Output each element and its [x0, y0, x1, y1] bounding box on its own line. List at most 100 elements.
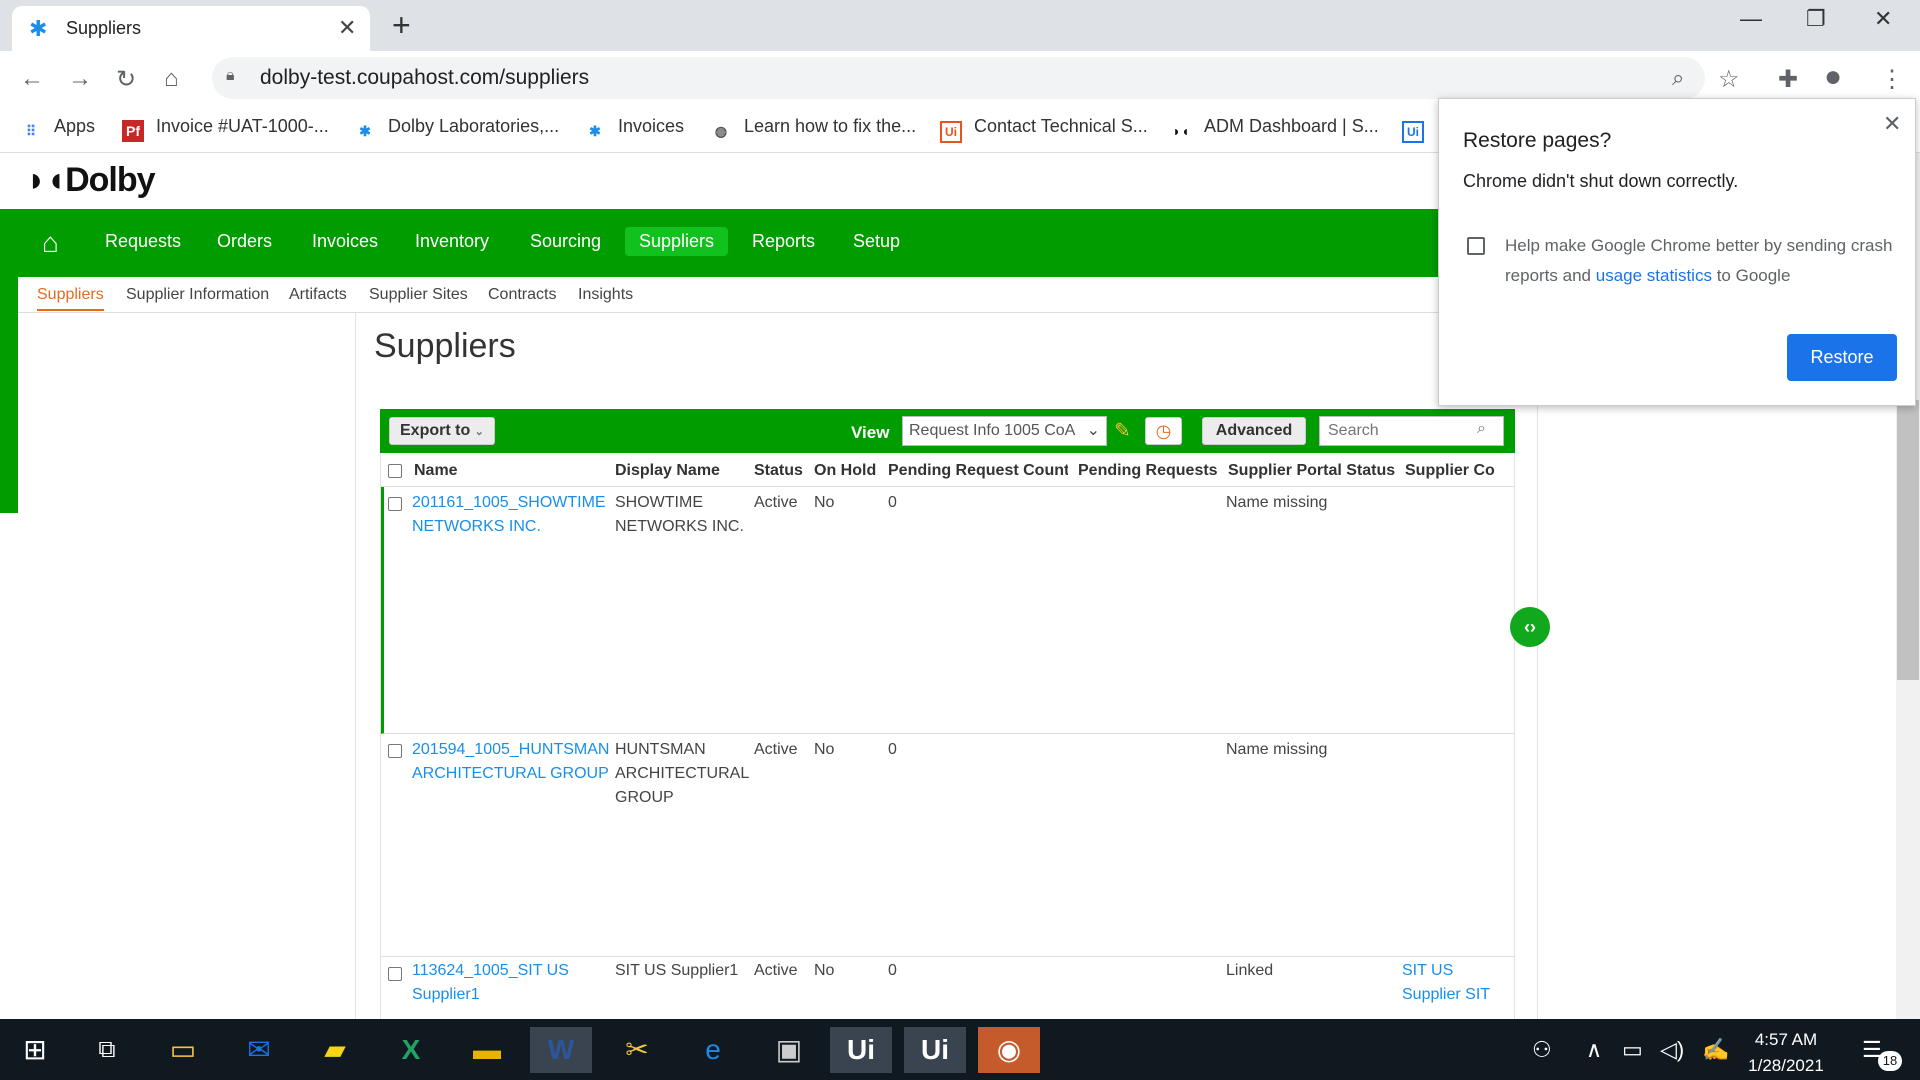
excel-icon[interactable]: X — [380, 1027, 442, 1073]
portal-status: Name missing — [1226, 494, 1328, 511]
home-nav-icon[interactable]: ⌂ — [42, 227, 59, 259]
col-header-supplier-co[interactable]: Supplier Co — [1405, 453, 1514, 487]
subnav-supplier-sites[interactable]: Supplier Sites — [369, 286, 468, 304]
on-hold: No — [814, 962, 835, 979]
nav-suppliers[interactable]: Suppliers — [625, 227, 729, 256]
app-window-icon[interactable]: ▣ — [758, 1027, 820, 1073]
outlook-icon[interactable]: ✉ — [228, 1027, 290, 1073]
app-icon[interactable]: ▬ — [456, 1027, 518, 1073]
subnav-suppliers[interactable]: Suppliers — [37, 286, 104, 311]
volume-icon[interactable]: ◁) — [1660, 1037, 1684, 1063]
restore-pages-dialog: Restore pages? Chrome didn't shut down c… — [1438, 98, 1916, 406]
word-icon[interactable]: W — [530, 1027, 592, 1073]
view-select[interactable]: Request Info 1005 CoA ⌄ — [902, 416, 1107, 446]
sticky-notes-icon[interactable]: ▰ — [304, 1027, 366, 1073]
new-tab-icon[interactable]: + — [392, 7, 411, 44]
usage-statistics-link[interactable]: usage statistics — [1596, 266, 1712, 285]
uipath-studio-icon[interactable]: Ui — [830, 1027, 892, 1073]
nav-requests[interactable]: Requests — [105, 231, 181, 252]
col-header-on-hold[interactable]: On Hold — [814, 453, 886, 487]
file-explorer-icon[interactable]: ▭ — [152, 1027, 214, 1073]
bookmark-adm[interactable]: ◗◖ ADM Dashboard | S... — [1170, 116, 1379, 142]
nav-setup[interactable]: Setup — [853, 231, 900, 252]
zoom-icon[interactable]: ⌕ — [1672, 65, 1684, 91]
col-header-supplier-portal-status[interactable]: Supplier Portal Status — [1228, 453, 1398, 487]
supplier-name-link[interactable]: 113624_1005_SIT US Supplier1 — [412, 959, 572, 1007]
nav-sourcing[interactable]: Sourcing — [530, 231, 601, 252]
bookmark-contact[interactable]: Ui Contact Technical S... — [940, 116, 1148, 143]
subnav-insights[interactable]: Insights — [578, 286, 633, 304]
show-hidden-icons-icon[interactable]: ∧ — [1586, 1037, 1602, 1063]
nav-orders[interactable]: Orders — [217, 231, 272, 252]
close-window-icon[interactable]: ✕ — [1874, 6, 1892, 32]
network-icon[interactable]: ▭ — [1622, 1037, 1643, 1063]
nav-inventory[interactable]: Inventory — [415, 231, 489, 252]
reload-icon[interactable]: ↻ — [116, 65, 136, 94]
chrome-icon[interactable]: ◉ — [978, 1027, 1040, 1073]
uipath-robot-icon[interactable]: Ui — [904, 1027, 966, 1073]
back-icon[interactable]: ← — [20, 65, 44, 93]
internet-explorer-icon[interactable]: e — [682, 1027, 744, 1073]
checkbox-label: Help make Google Chrome better by sendin… — [1505, 231, 1895, 291]
bookmark-invoices[interactable]: ✱ Invoices — [584, 116, 684, 142]
row-checkbox[interactable] — [388, 497, 402, 511]
edit-view-pencil-icon[interactable]: ✎ — [1114, 418, 1131, 443]
status: Active — [754, 962, 798, 979]
nav-invoices[interactable]: Invoices — [312, 231, 378, 252]
table-row[interactable]: 113624_1005_SIT US Supplier1 SIT US Supp… — [381, 957, 1514, 1019]
subnav-contracts[interactable]: Contracts — [488, 286, 556, 304]
minimize-icon[interactable]: — — [1740, 6, 1762, 32]
restore-button[interactable]: Restore — [1787, 334, 1897, 381]
forward-icon[interactable]: → — [68, 65, 92, 93]
col-header-display-name[interactable]: Display Name — [615, 453, 750, 487]
scrollbar-thumb[interactable] — [1897, 400, 1919, 680]
status: Active — [754, 494, 798, 511]
expand-columns-icon[interactable]: ‹› — [1510, 607, 1550, 647]
pending-request-count: 0 — [888, 962, 897, 979]
tools-icon[interactable]: ✂ — [606, 1027, 668, 1073]
row-checkbox[interactable] — [388, 967, 402, 981]
close-tab-icon[interactable]: ✕ — [338, 15, 356, 41]
system-clock[interactable]: 4:57 AM 1/28/2021 — [1722, 1027, 1850, 1079]
bookmark-dolby-labs[interactable]: ✱ Dolby Laboratories,... — [354, 116, 559, 142]
close-icon[interactable]: ✕ — [1883, 111, 1901, 137]
bookmark-learn[interactable]: ◍ Learn how to fix the... — [710, 116, 916, 142]
supplier-name-link[interactable]: 201161_1005_SHOWTIME NETWORKS INC. — [412, 491, 610, 539]
bookmark-uipath[interactable]: Ui — [1402, 116, 1436, 143]
address-bar[interactable]: 🔒︎ dolby-test.coupahost.com/suppliers ⌕ — [212, 57, 1705, 99]
bookmark-star-icon[interactable]: ☆ — [1718, 65, 1740, 94]
browser-tab[interactable]: ✱ Suppliers ✕ — [12, 6, 370, 51]
bookmark-apps[interactable]: ⠿ Apps — [20, 116, 95, 142]
subnav-supplier-information[interactable]: Supplier Information — [126, 286, 269, 304]
subnav-artifacts[interactable]: Artifacts — [289, 286, 347, 304]
advanced-button[interactable]: Advanced — [1202, 417, 1306, 445]
row-checkbox[interactable] — [388, 744, 402, 758]
home-icon[interactable]: ⌂ — [164, 65, 179, 93]
search-icon[interactable]: ⌕ — [1477, 420, 1486, 438]
profile-avatar-icon[interactable]: ● — [1824, 60, 1842, 94]
select-all-checkbox[interactable] — [388, 464, 402, 478]
col-header-pending-requests[interactable]: Pending Requests — [1078, 453, 1223, 487]
extensions-icon[interactable]: ✚ — [1778, 65, 1798, 94]
supplier-co-link[interactable]: SIT US Supplier SIT US Supplier — [1402, 959, 1514, 1007]
col-header-name[interactable]: Name — [414, 453, 574, 487]
table-row[interactable]: 201594_1005_HUNTSMAN ARCHITECTURAL GROUP… — [381, 734, 1514, 957]
dolby-icon: ◗◖ — [1172, 123, 1190, 139]
col-header-status[interactable]: Status — [754, 453, 810, 487]
task-view-icon[interactable]: ⧉ — [76, 1027, 138, 1073]
export-to-button[interactable]: Export to ⌄ — [389, 417, 495, 445]
col-header-pending-request-count[interactable]: Pending Request Count — [888, 453, 1068, 487]
bookmark-invoice[interactable]: Pf Invoice #UAT-1000-... — [122, 116, 329, 142]
nav-reports[interactable]: Reports — [752, 231, 815, 252]
recent-history-clock-icon[interactable]: ◷ — [1145, 417, 1182, 445]
chrome-menu-icon[interactable]: ⋮ — [1880, 65, 1904, 94]
table-row[interactable]: 201161_1005_SHOWTIME NETWORKS INC. SHOWT… — [381, 487, 1514, 734]
crash-reports-checkbox[interactable] — [1467, 237, 1485, 255]
display-name: HUNTSMAN ARCHITECTURAL GROUP — [615, 741, 749, 806]
people-icon[interactable]: ⚇ — [1532, 1037, 1552, 1063]
right-panel — [1537, 313, 1920, 1019]
supplier-name-link[interactable]: 201594_1005_HUNTSMAN ARCHITECTURAL GROUP — [412, 738, 612, 786]
url-text: dolby-test.coupahost.com/suppliers — [260, 66, 590, 89]
restore-window-icon[interactable]: ❐ — [1806, 6, 1826, 32]
windows-start-icon[interactable]: ⊞ — [4, 1027, 66, 1073]
